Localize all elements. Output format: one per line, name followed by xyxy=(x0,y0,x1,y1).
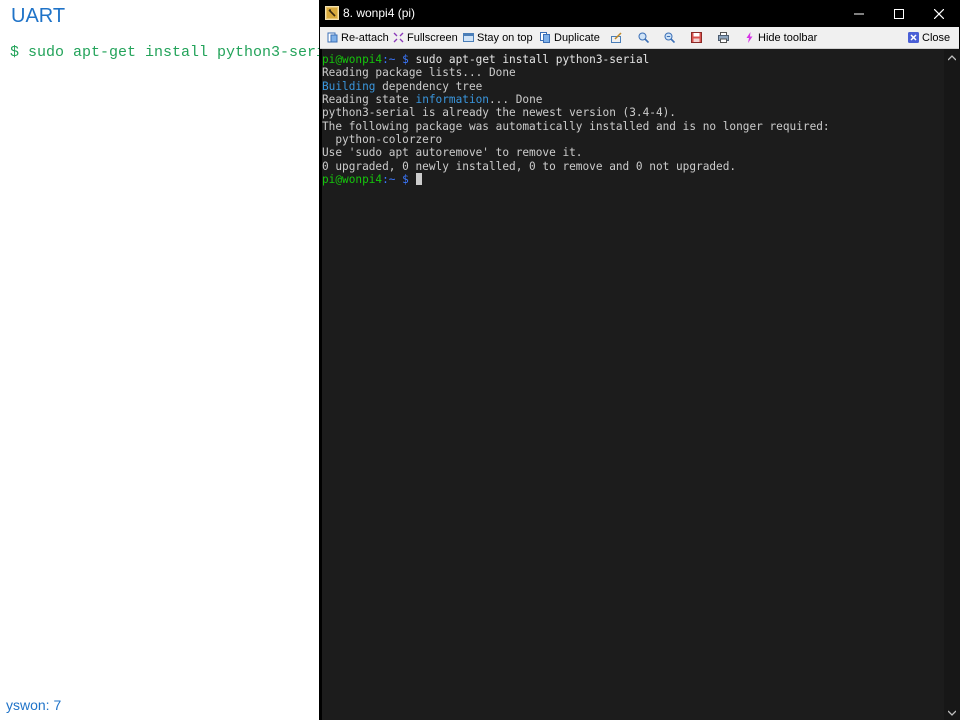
output-text: dependency tree xyxy=(375,79,483,93)
zoom-in-button[interactable] xyxy=(638,30,652,46)
window-title: 8. wonpi4 (pi) xyxy=(343,6,416,20)
highlight-word: Building xyxy=(322,79,376,93)
duplicate-icon xyxy=(540,32,551,43)
close-label: Close xyxy=(922,32,951,44)
title-bar[interactable]: 8. wonpi4 (pi) xyxy=(319,0,960,27)
print-icon xyxy=(718,32,729,43)
prompt-user: pi@wonpi4 xyxy=(322,173,383,187)
fullscreen-button[interactable]: Fullscreen xyxy=(393,30,458,46)
output-text: ... Done xyxy=(489,93,543,107)
prompt-separator: :~ $ xyxy=(382,53,416,66)
close-toolbar-button[interactable]: Close xyxy=(908,30,950,46)
zoom-out-button[interactable] xyxy=(664,30,678,46)
terminal-line: python-colorzero xyxy=(322,133,443,147)
hide-toolbar-label: Hide toolbar xyxy=(758,32,818,44)
slide-command-text: $ sudo apt-get install python3-serial xyxy=(10,44,344,61)
command-text: sudo apt-get install python3-serial xyxy=(415,53,650,66)
output-text: Reading state xyxy=(322,93,416,107)
chevron-up-icon xyxy=(947,54,957,61)
maximize-icon xyxy=(894,9,904,20)
fullscreen-icon xyxy=(393,32,404,43)
terminal-line: 0 upgraded, 0 newly installed, 0 to remo… xyxy=(322,159,737,173)
hide-toolbar-button[interactable]: Hide toolbar xyxy=(744,30,817,46)
slide-title: UART xyxy=(11,5,66,27)
reattach-button[interactable]: Re-attach xyxy=(327,30,389,46)
vertical-scrollbar[interactable] xyxy=(944,49,960,720)
text-cursor xyxy=(415,173,422,186)
minimize-icon xyxy=(854,13,864,15)
terminal-window[interactable]: 8. wonpi4 (pi) Re-attach Fullscreen Stay… xyxy=(319,0,960,720)
terminal-line: Reading state information... Done xyxy=(322,93,944,106)
stay-on-top-icon xyxy=(463,32,474,43)
edit-button[interactable] xyxy=(611,30,625,46)
lightning-icon xyxy=(744,32,755,43)
putty-terminal-icon[interactable] xyxy=(325,6,339,20)
slide-footer: yswon: 7 xyxy=(6,697,62,713)
close-icon xyxy=(908,32,919,43)
terminal-line: pi@wonpi4:~ $ xyxy=(322,173,944,186)
minimize-button[interactable] xyxy=(839,0,879,27)
scroll-down-button[interactable] xyxy=(944,704,960,720)
highlight-word: information xyxy=(415,93,489,107)
prompt-user: pi@wonpi4 xyxy=(322,53,383,66)
terminal-line: pi@wonpi4:~ $ sudo apt-get install pytho… xyxy=(322,53,944,66)
edit-icon xyxy=(611,32,622,43)
prompt-separator: :~ $ xyxy=(382,173,416,187)
close-window-button[interactable] xyxy=(919,0,959,27)
zoom-in-icon xyxy=(638,32,650,44)
print-button[interactable] xyxy=(718,30,732,46)
duplicate-button[interactable]: Duplicate xyxy=(540,30,600,46)
terminal-line: python3-serial is already the newest ver… xyxy=(322,106,676,120)
stay-on-top-label: Stay on top xyxy=(477,32,533,44)
reattach-icon xyxy=(327,32,338,43)
toolbar: Re-attach Fullscreen Stay on top Duplica… xyxy=(320,27,959,49)
zoom-out-icon xyxy=(664,32,676,44)
stay-on-top-button[interactable]: Stay on top xyxy=(463,30,533,46)
fullscreen-label: Fullscreen xyxy=(407,32,458,44)
terminal-output[interactable]: pi@wonpi4:~ $ sudo apt-get install pytho… xyxy=(322,49,944,720)
reattach-label: Re-attach xyxy=(341,32,389,44)
save-icon xyxy=(691,32,702,43)
terminal-line: Building dependency tree xyxy=(322,80,944,93)
terminal-line: Use 'sudo apt autoremove' to remove it. xyxy=(322,146,583,160)
save-button[interactable] xyxy=(691,30,705,46)
terminal-line: Reading package lists... Done xyxy=(322,66,516,80)
chevron-down-icon xyxy=(947,710,957,716)
terminal-line: The following package was automatically … xyxy=(322,119,830,133)
close-icon xyxy=(933,8,945,20)
scroll-up-button[interactable] xyxy=(944,49,960,65)
maximize-button[interactable] xyxy=(879,0,919,27)
duplicate-label: Duplicate xyxy=(554,32,600,44)
